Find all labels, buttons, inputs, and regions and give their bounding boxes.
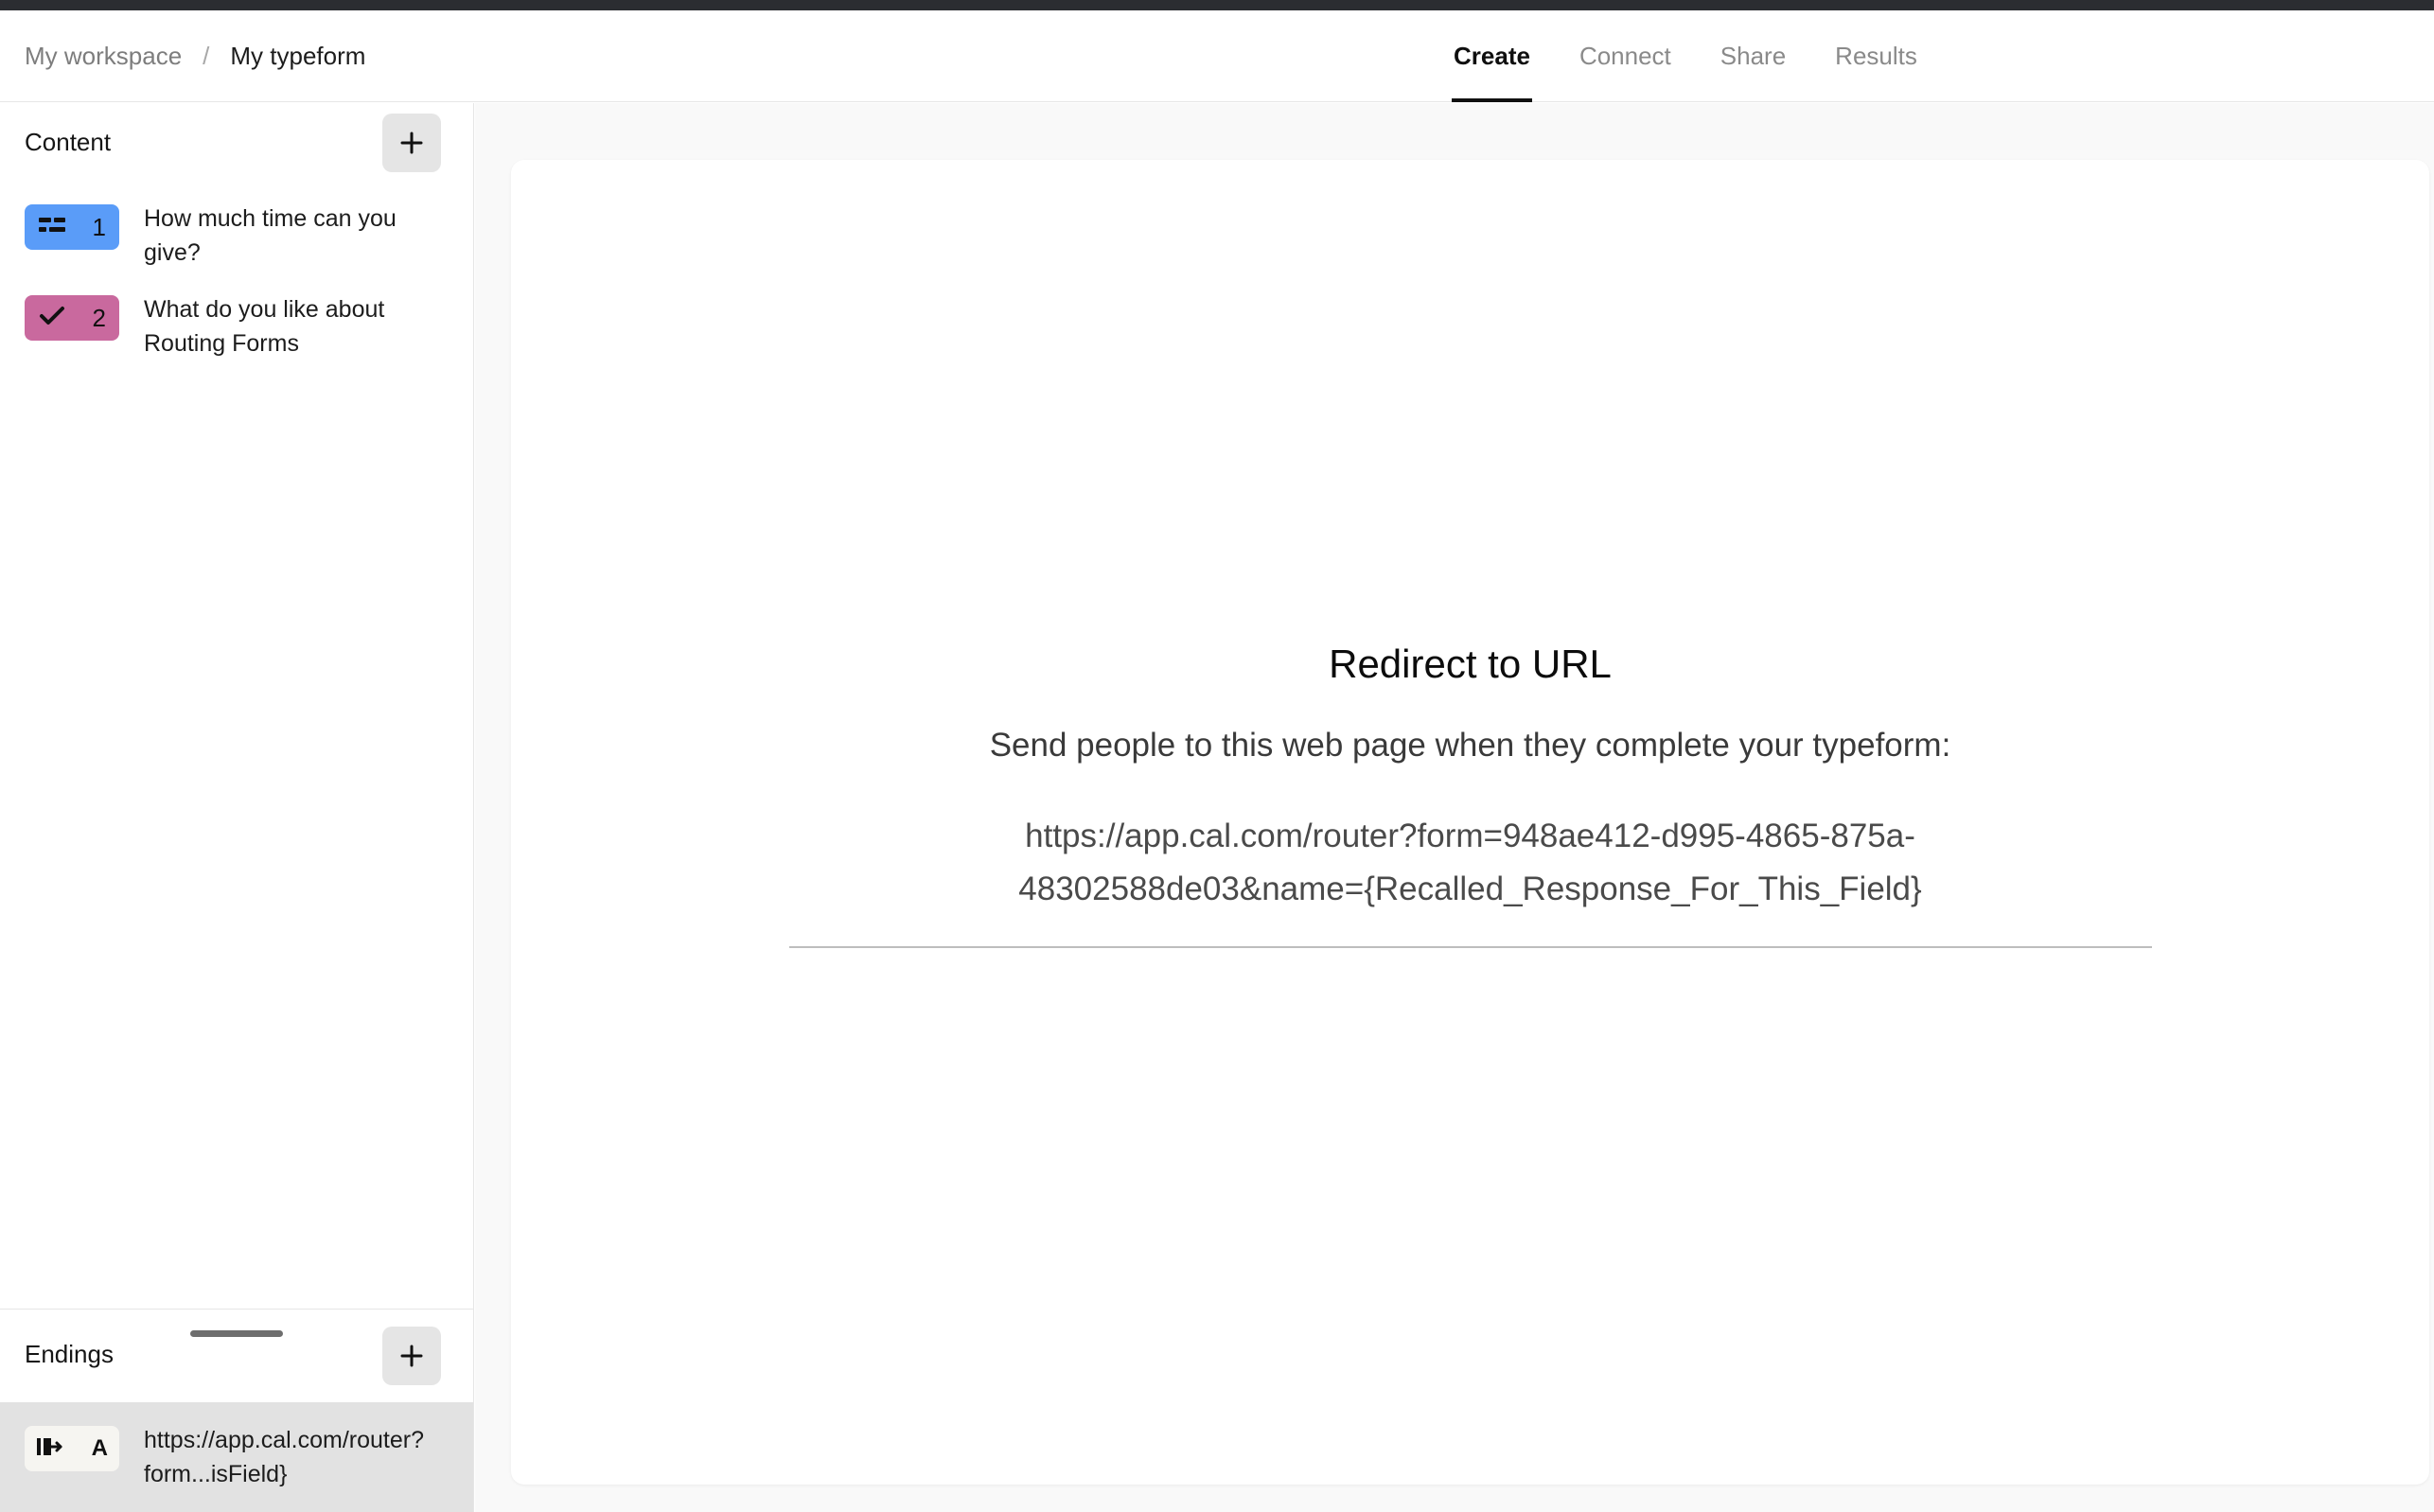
content-panel-header: Content [0,103,473,190]
tab-connect[interactable]: Connect [1555,10,1696,102]
tab-results[interactable]: Results [1810,10,1942,102]
multiple-choice-icon [38,215,66,240]
breadcrumb: My workspace / My typeform [25,41,365,71]
app-header: My workspace / My typeform Create Connec… [0,10,2434,102]
question-label: How much time can you give? [144,205,397,266]
add-ending-button[interactable] [382,1327,441,1385]
plus-icon [399,131,424,155]
question-list: 1 How much time can you give? 2 What do … [0,190,473,372]
left-sidebar: Content 1 How much time can you give? 2 … [0,103,474,1512]
question-list-item-2[interactable]: 2 What do you like about Routing Forms [0,281,473,372]
tab-create[interactable]: Create [1429,10,1555,102]
breadcrumb-separator: / [203,42,210,70]
ending-badge: A [25,1426,119,1471]
question-label: What do you like about Routing Forms [144,296,385,357]
ending-letter: A [91,1435,108,1461]
question-list-item-1[interactable]: 1 How much time can you give? [0,190,473,281]
breadcrumb-current-form[interactable]: My typeform [230,41,365,71]
plus-icon [399,1344,424,1368]
ending-preview-subtitle: Send people to this web page when they c… [989,727,1951,764]
question-number: 1 [92,213,106,241]
window-title-strip [0,0,2434,10]
ending-preview-url: https://app.cal.com/router?form=948ae412… [1018,818,1922,907]
question-badge: 2 [25,295,119,341]
redirect-exit-icon [36,1435,62,1463]
ending-list-item-a[interactable]: A https://app.cal.com/router?form...isFi… [0,1402,473,1512]
add-content-button[interactable] [382,114,441,172]
main-nav-tabs: Create Connect Share Results [1429,10,1942,102]
tab-share[interactable]: Share [1696,10,1810,102]
ending-preview-card[interactable]: Redirect to URL Send people to this web … [511,160,2429,1485]
question-number: 2 [92,304,106,332]
endings-panel-header: Endings [0,1310,473,1402]
ending-preview-title: Redirect to URL [1329,642,1612,686]
content-panel-title: Content [25,128,112,156]
preview-canvas: Redirect to URL Send people to this web … [475,103,2434,1512]
question-badge: 1 [25,204,119,250]
checkmark-icon [38,305,66,332]
breadcrumb-workspace-link[interactable]: My workspace [25,41,182,71]
endings-section: Endings A https://app.cal.com/router?for… [0,1309,473,1512]
ending-preview-divider [788,946,2152,948]
ending-label: https://app.cal.com/router?form...isFiel… [144,1427,424,1487]
ending-preview-content: Redirect to URL Send people to this web … [511,160,2429,1485]
endings-panel-title: Endings [25,1340,114,1368]
